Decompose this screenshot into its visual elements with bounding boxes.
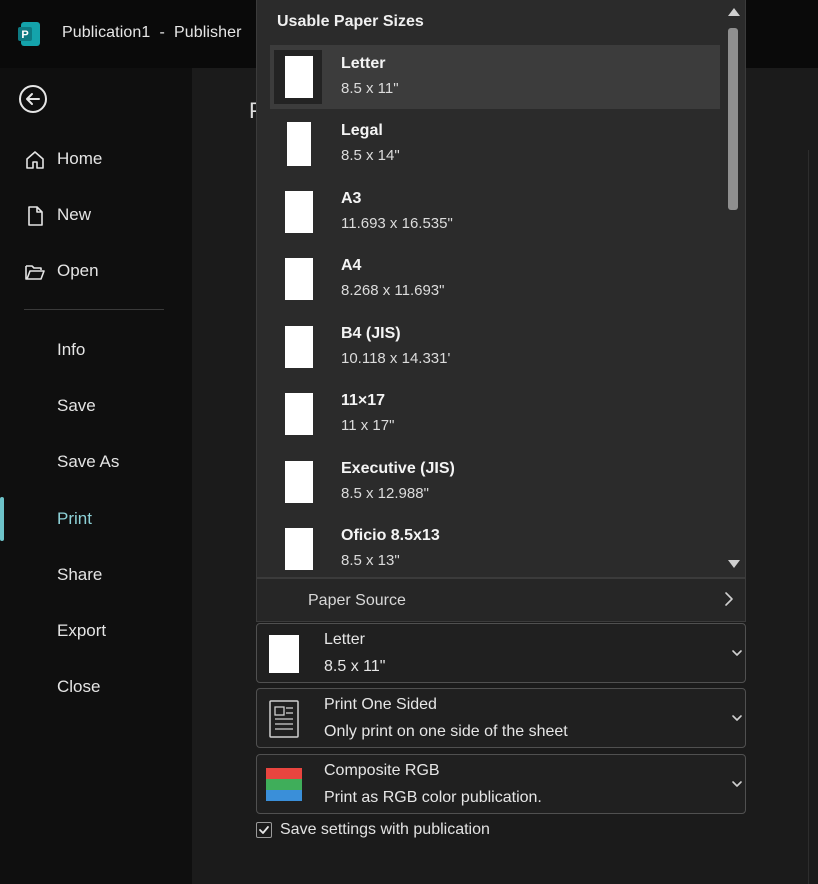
sidebar-item-label: New	[57, 205, 92, 224]
paper-dimensions: 8.5 x 13"	[341, 552, 400, 569]
paper-name: Oficio 8.5x13	[341, 527, 440, 544]
paper-name: Legal	[341, 122, 383, 139]
folder-open-icon	[25, 265, 45, 280]
paper-dimensions: 10.118 x 14.331'	[341, 350, 451, 367]
paper-dimensions: 8.5 x 12.988"	[341, 485, 429, 502]
sidebar-item-label: Open	[57, 261, 99, 280]
chevron-down-icon	[732, 715, 742, 721]
sidebar-item-label: Save As	[57, 452, 120, 471]
scroll-up-icon[interactable]	[728, 8, 740, 16]
sidebar-item-home[interactable]: Home	[0, 142, 192, 176]
dropdown-header: Usable Paper Sizes	[277, 13, 424, 30]
new-document-icon	[28, 206, 43, 226]
paper-thumbnail-icon	[285, 258, 313, 300]
chevron-right-icon	[725, 592, 733, 606]
paper-thumbnail-icon	[285, 56, 313, 98]
paper-thumbnail-icon	[285, 191, 313, 233]
sidebar-item-label: Export	[57, 621, 107, 640]
paper-name: Executive (JIS)	[341, 460, 455, 477]
paper-thumbnail-icon	[287, 122, 311, 166]
sidebar-item-info[interactable]: Info	[0, 333, 192, 367]
paper-thumbnail-icon	[285, 326, 313, 368]
paper-option-a3[interactable]: A3 11.693 x 16.535"	[270, 180, 720, 244]
print-sides-value: Print One Sided	[324, 696, 437, 713]
sidebar-item-open[interactable]: Open	[0, 254, 192, 288]
paper-name: A4	[341, 257, 362, 274]
checkmark-icon	[259, 826, 269, 834]
paper-option-letter[interactable]: Letter 8.5 x 11"	[270, 45, 720, 109]
sidebar-item-save-as[interactable]: Save As	[0, 445, 192, 479]
paper-dimensions: 8.268 x 11.693"	[341, 282, 445, 299]
sidebar-item-label: Share	[57, 565, 103, 584]
paper-option-oficio[interactable]: Oficio 8.5x13 8.5 x 13"	[270, 517, 720, 581]
sidebar-item-new[interactable]: New	[0, 198, 192, 232]
paper-source-item[interactable]: Paper Source	[256, 578, 746, 622]
paper-name: 11×17	[341, 392, 386, 409]
paper-dimensions: 11.693 x 16.535"	[341, 215, 453, 232]
window-title: Publication1 - Publisher	[62, 24, 242, 41]
home-icon	[26, 151, 44, 169]
paper-dimensions: 8.5 x 11"	[341, 80, 399, 97]
scroll-down-icon[interactable]	[728, 560, 740, 568]
paper-dimensions: 11 x 17"	[341, 417, 395, 434]
color-mode-select[interactable]: Composite RGB Print as RGB color publica…	[256, 754, 746, 814]
sidebar-item-close[interactable]: Close	[0, 670, 192, 704]
paper-name: Letter	[341, 55, 386, 72]
chevron-down-icon	[732, 781, 742, 787]
sidebar-item-label: Info	[57, 340, 86, 359]
sidebar-item-print[interactable]: Print	[0, 502, 192, 536]
paper-option-a4[interactable]: A4 8.268 x 11.693"	[270, 247, 720, 311]
sidebar-item-save[interactable]: Save	[0, 389, 192, 423]
paper-option-b4-jis[interactable]: B4 (JIS) 10.118 x 14.331'	[270, 315, 720, 379]
save-settings-checkbox[interactable]	[256, 822, 272, 838]
paper-option-legal[interactable]: Legal 8.5 x 14"	[270, 112, 720, 176]
print-sides-select[interactable]: Print One Sided Only print on one side o…	[256, 688, 746, 748]
sidebar-item-label: Close	[57, 677, 101, 696]
paper-thumbnail-icon	[285, 461, 313, 503]
paper-size-value: Letter	[324, 631, 365, 648]
app-icon-letter: P	[21, 29, 28, 41]
chevron-down-icon	[732, 650, 742, 656]
paper-name: B4 (JIS)	[341, 325, 401, 342]
sidebar-item-share[interactable]: Share	[0, 558, 192, 592]
publisher-icon: P	[18, 22, 40, 46]
scroll-thumb[interactable]	[728, 28, 738, 210]
sidebar-divider	[24, 309, 164, 310]
paper-name: A3	[341, 190, 362, 207]
rgb-color-icon	[266, 768, 302, 801]
paper-size-dims: 8.5 x 11"	[324, 658, 386, 675]
preview-divider	[808, 150, 809, 884]
sidebar-item-label: Print	[57, 509, 92, 528]
print-sides-description: Only print on one side of the sheet	[324, 723, 568, 740]
sidebar-item-export[interactable]: Export	[0, 614, 192, 648]
one-sided-page-icon	[269, 700, 299, 738]
paper-size-select[interactable]: Letter 8.5 x 11"	[256, 623, 746, 683]
sidebar-item-label: Save	[57, 396, 96, 415]
paper-thumbnail-icon	[285, 528, 313, 570]
back-arrow-icon[interactable]	[18, 84, 48, 114]
save-settings-label[interactable]: Save settings with publication	[280, 821, 490, 839]
color-mode-value: Composite RGB	[324, 762, 440, 779]
paper-source-label: Paper Source	[308, 592, 406, 609]
dropdown-scrollbar[interactable]	[722, 2, 744, 577]
paper-thumbnail-icon	[285, 393, 313, 435]
color-mode-description: Print as RGB color publication.	[324, 789, 542, 806]
paper-icon	[269, 635, 299, 673]
paper-dimensions: 8.5 x 14"	[341, 147, 400, 164]
paper-option-11x17[interactable]: 11×17 11 x 17"	[270, 382, 720, 446]
paper-option-executive-jis[interactable]: Executive (JIS) 8.5 x 12.988"	[270, 450, 720, 514]
sidebar-item-label: Home	[57, 149, 103, 168]
